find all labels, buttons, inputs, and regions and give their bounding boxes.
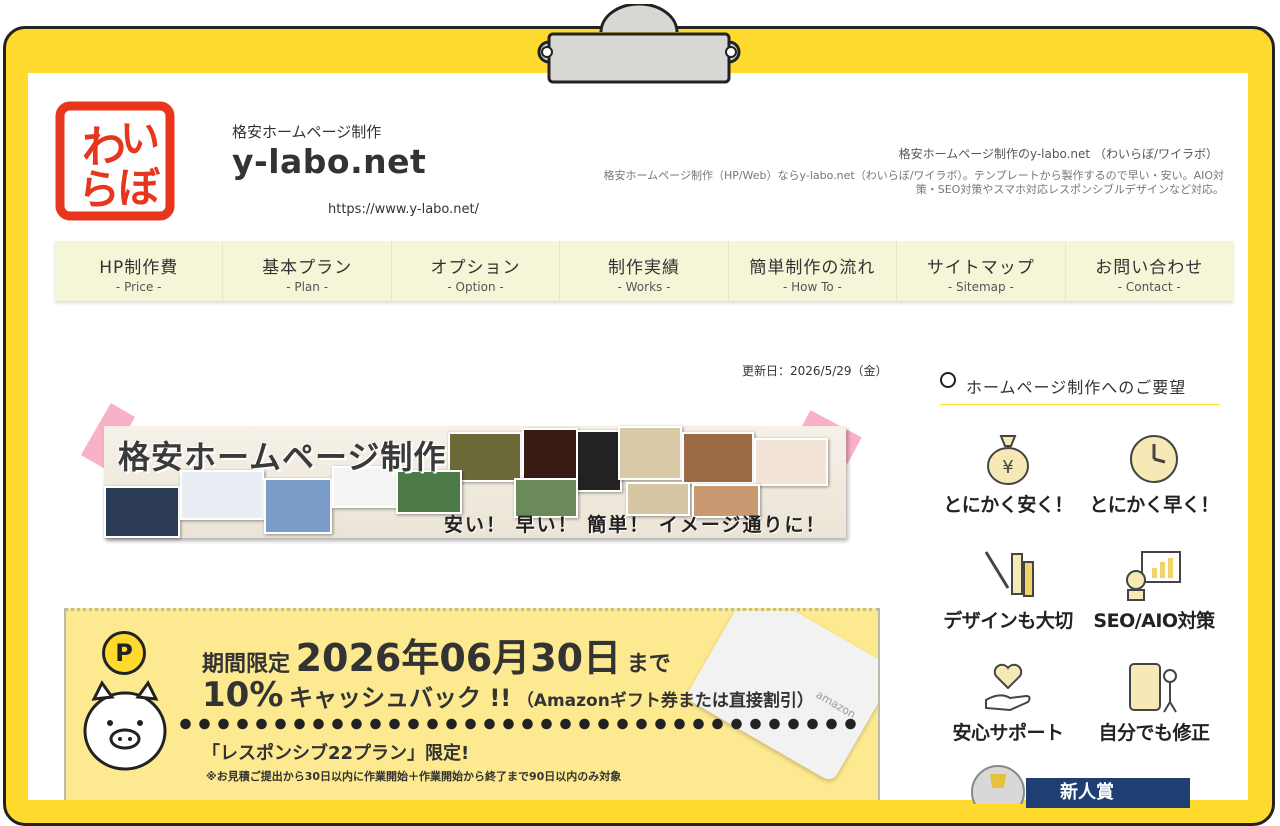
feature-support[interactable]: 安心サポート xyxy=(938,662,1078,745)
nav-item-price[interactable]: HP制作費 - Price - xyxy=(55,241,224,301)
campaign-plan: 「レスポンシブ22プラン」限定! xyxy=(202,743,470,764)
svg-text:ぼ: ぼ xyxy=(118,163,161,212)
feature-label: 安心サポート xyxy=(952,722,1064,744)
feature-label: とにかく早く！ xyxy=(1089,494,1219,516)
thumbnail-image xyxy=(576,430,622,492)
nav-item-howto[interactable]: 簡単制作の流れ - How To - xyxy=(729,241,898,301)
svg-text:ら: ら xyxy=(78,165,120,214)
nav-sublabel: - How To - xyxy=(782,280,842,294)
award-ribbon: 新人賞 xyxy=(1026,778,1190,808)
feature-design[interactable]: デザインも大切 xyxy=(938,548,1078,633)
nav-label: サイトマップ xyxy=(926,258,1035,278)
feature-fast[interactable]: とにかく早く！ xyxy=(1084,432,1224,517)
nav-label: オプション xyxy=(430,258,521,278)
site-logo[interactable]: わ い ら ぼ xyxy=(54,100,176,222)
feature-label: デザインも大切 xyxy=(943,610,1073,632)
thumbnail-image xyxy=(264,478,332,534)
campaign-note: ※お見積ご提出から30日以内に作業開始＋作業開始から終了まで90日以内のみ対象 xyxy=(206,770,622,783)
campaign-deadline: 期間限定 2026年06月30日 まで xyxy=(202,627,671,682)
site-tagline: 格安ホームページ制作のy-labo.net （わいらぼ/ワイラボ） xyxy=(898,147,1218,161)
dotted-divider xyxy=(176,717,856,731)
point-badge-icon: P xyxy=(102,631,146,675)
nav-sublabel: - Price - xyxy=(115,280,162,294)
nav-item-contact[interactable]: お問い合わせ - Contact - xyxy=(1066,241,1233,301)
seo-chart-icon xyxy=(1126,551,1181,601)
nav-item-works[interactable]: 制作実績 - Works - xyxy=(560,241,729,301)
nav-label: お問い合わせ xyxy=(1095,258,1204,278)
site-name[interactable]: y-labo.net xyxy=(232,142,426,181)
nav-label: 基本プラン xyxy=(262,258,353,278)
nav-sublabel: - Works - xyxy=(617,280,671,294)
feature-self-edit[interactable]: 自分でも修正 xyxy=(1084,662,1224,745)
cashback-percent: 10% xyxy=(202,675,284,715)
campaign-banner[interactable]: amazon P 期間限定 2026年06月30日 まで 10% キャッシュバッ… xyxy=(64,608,880,800)
hero-banner[interactable]: 格安ホームページ制作 安い！ 早い！ 簡単！ イメージ通りに！ xyxy=(72,403,862,554)
paint-brush-icon xyxy=(984,551,1034,597)
period-label: 期間限定 xyxy=(202,652,291,677)
clipboard-clip-icon xyxy=(537,4,741,84)
award-banner[interactable]: 新人賞 xyxy=(970,764,1190,808)
hero-subtitle: 安い！ 早い！ 簡単！ イメージ通りに！ xyxy=(444,514,827,536)
sidebar-title: ホームページ制作へのご要望 xyxy=(966,378,1187,397)
feature-seo[interactable]: SEO/AIO対策 xyxy=(1084,548,1224,633)
thumbnail-image xyxy=(618,426,682,480)
nav-sublabel: - Sitemap - xyxy=(947,280,1014,294)
nav-sublabel: - Plan - xyxy=(286,280,329,294)
nav-sublabel: - Option - xyxy=(447,280,504,294)
site-subtitle: 格安ホームページ制作 xyxy=(232,123,382,141)
nav-label: 制作実績 xyxy=(607,258,680,278)
ring-icon xyxy=(940,372,956,388)
tablet-edit-icon xyxy=(1129,663,1177,713)
piggy-bank-icon xyxy=(83,680,167,771)
feature-label: とにかく安く！ xyxy=(943,494,1073,516)
main-nav: HP制作費 - Price - 基本プラン - Plan - オプション - O… xyxy=(55,241,1233,301)
cashback-label: キャッシュバック !! xyxy=(288,684,512,712)
nav-item-option[interactable]: オプション - Option - xyxy=(392,241,561,301)
site-url[interactable]: https://www.y-labo.net/ xyxy=(328,202,479,217)
updated-date: 更新日：2026/5/29（金） xyxy=(742,364,888,378)
thumbnail-image xyxy=(754,438,828,486)
thumbnail-image xyxy=(522,428,578,482)
nav-item-sitemap[interactable]: サイトマップ - Sitemap - xyxy=(897,241,1066,301)
site-description: 格安ホームページ制作（HP/Web）ならy-labo.net（わいらぼ/ワイラボ… xyxy=(603,169,1225,196)
feature-cheap[interactable]: ¥ とにかく安く！ xyxy=(938,432,1078,517)
nav-label: HP制作費 xyxy=(99,258,179,278)
feature-label: 自分でも修正 xyxy=(1098,722,1210,744)
cashback-line: 10% キャッシュバック !! （Amazonギフト券または直接割引） xyxy=(202,675,814,715)
campaign-date: 2026年06月30日 xyxy=(295,636,622,680)
clock-icon xyxy=(1130,435,1178,483)
feature-label: SEO/AIO対策 xyxy=(1093,610,1215,632)
heart-hand-icon xyxy=(985,663,1031,712)
svg-text:¥: ¥ xyxy=(1002,457,1013,478)
thumbnail-image xyxy=(104,486,180,538)
nav-item-plan[interactable]: 基本プラン - Plan - xyxy=(223,241,392,301)
until-label: まで xyxy=(626,652,671,677)
hero-title: 格安ホームページ制作 xyxy=(118,438,447,476)
hero-collage: 格安ホームページ制作 安い！ 早い！ 簡単！ イメージ通りに！ xyxy=(104,426,846,538)
money-bag-icon: ¥ xyxy=(987,435,1029,485)
cashback-method: （Amazonギフト券または直接割引） xyxy=(516,691,814,711)
sidebar-heading: ホームページ制作へのご要望 xyxy=(940,370,1220,405)
trophy-icon xyxy=(971,765,1025,804)
thumbnail-image xyxy=(682,432,754,484)
nav-label: 簡単制作の流れ xyxy=(749,258,876,278)
svg-text:い: い xyxy=(120,116,160,162)
nav-sublabel: - Contact - xyxy=(1117,280,1181,294)
